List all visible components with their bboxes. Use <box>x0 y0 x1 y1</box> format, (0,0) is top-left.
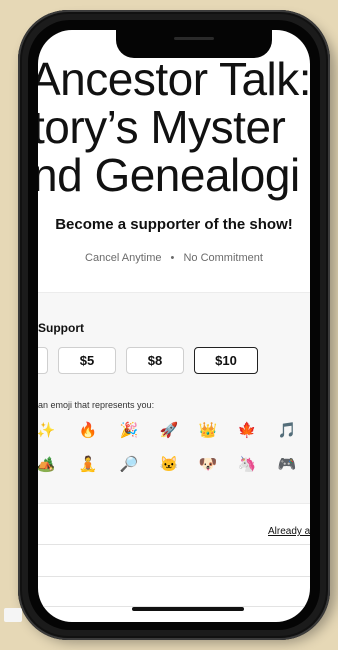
podcast-title-line-2: tory’s Myster <box>38 101 286 153</box>
phone-screen: Ancestor Talk: tory’s Myster nd Genealog… <box>38 30 310 622</box>
notch <box>116 30 272 58</box>
podcast-title-line-3: nd Genealogi - <box>38 149 310 201</box>
amount-option-cut-off[interactable] <box>38 347 48 374</box>
background-paper-glint <box>4 608 22 622</box>
support-section: Support $5 $8 $10 an emoji that represen… <box>38 292 310 504</box>
no-commitment-text: No Commitment <box>183 252 263 264</box>
maple-leaf-emoji[interactable]: 🍁 <box>237 421 257 441</box>
separator-dot: • <box>170 252 175 264</box>
party-popper-emoji[interactable]: 🎉 <box>119 421 139 441</box>
amount-option-5[interactable]: $5 <box>58 347 116 374</box>
dog-emoji[interactable]: 🐶 <box>198 455 218 475</box>
form-divider-1 <box>38 544 310 545</box>
emoji-instruction: an emoji that represents you: <box>38 400 155 410</box>
crown-emoji[interactable]: 👑 <box>198 421 218 441</box>
magnifying-glass-emoji[interactable]: 🔎 <box>119 455 139 475</box>
home-indicator[interactable] <box>132 607 244 611</box>
camping-emoji[interactable]: 🏕️ <box>38 455 56 475</box>
subscription-terms: Cancel Anytime • No Commitment <box>38 252 310 264</box>
supporter-page: Ancestor Talk: tory’s Myster nd Genealog… <box>38 30 310 622</box>
phone-frame: Ancestor Talk: tory’s Myster nd Genealog… <box>18 10 330 640</box>
amount-option-8[interactable]: $8 <box>126 347 184 374</box>
music-note-emoji[interactable]: 🎵 <box>277 421 297 441</box>
rocket-emoji[interactable]: 🚀 <box>159 421 179 441</box>
form-divider-2 <box>38 576 310 577</box>
unicorn-emoji[interactable]: 🦄 <box>237 455 257 475</box>
supporter-headline: Become a supporter of the show! <box>55 216 293 233</box>
speaker-grille <box>174 37 214 40</box>
podcast-title-line-1: Ancestor Talk: <box>38 53 310 105</box>
already-supporter-link[interactable]: Already a <box>268 526 310 537</box>
cat-emoji[interactable]: 🐱 <box>159 455 179 475</box>
support-label: Support <box>38 321 84 335</box>
fire-emoji[interactable]: 🔥 <box>78 421 98 441</box>
cancel-anytime-text: Cancel Anytime <box>85 252 162 264</box>
game-controller-emoji[interactable]: 🎮 <box>277 455 297 475</box>
amount-option-10[interactable]: $10 <box>194 347 258 374</box>
meditation-emoji[interactable]: 🧘 <box>78 455 98 475</box>
sparkles-emoji[interactable]: ✨ <box>38 421 56 441</box>
